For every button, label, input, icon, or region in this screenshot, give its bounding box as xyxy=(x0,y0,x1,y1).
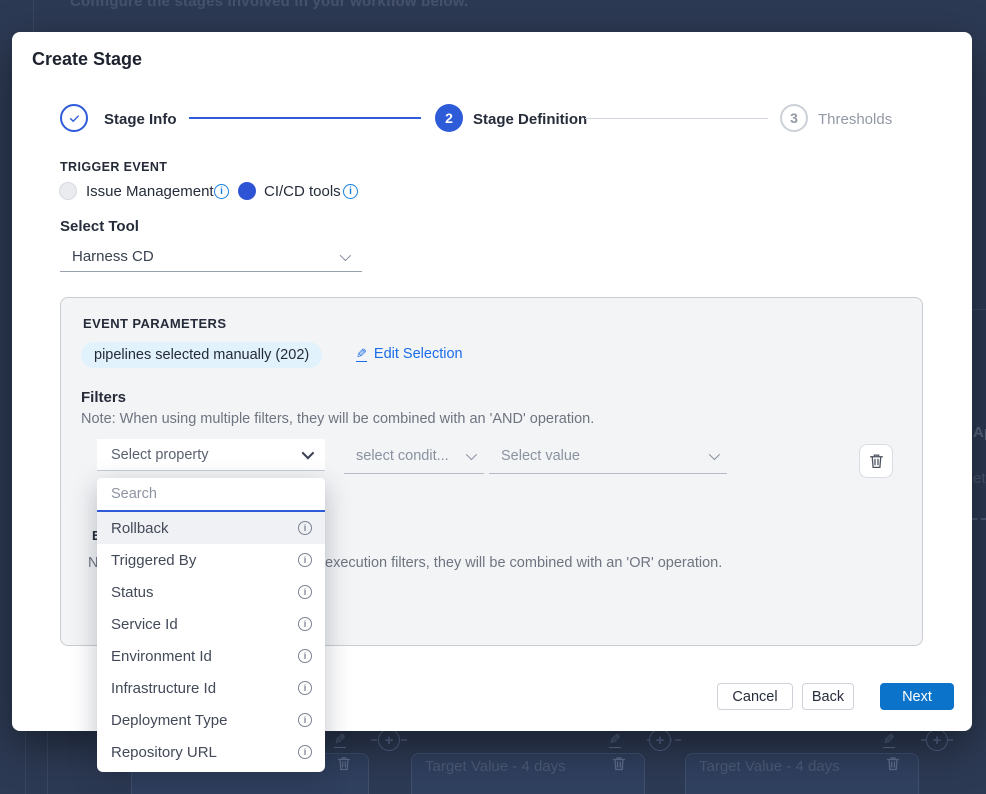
select-property-placeholder: Select property xyxy=(111,447,209,463)
background-divider xyxy=(25,731,26,794)
background-target-box: Target Value - 4 days xyxy=(411,753,645,794)
target-value-label: Target Value - 4 days xyxy=(425,758,566,775)
background-sidebar-divider xyxy=(47,731,48,794)
select-value-placeholder: Select value xyxy=(501,448,580,464)
step-1-circle[interactable] xyxy=(60,104,88,132)
step-3-label[interactable]: Thresholds xyxy=(818,111,892,128)
step-2-number: 2 xyxy=(445,110,453,126)
modal-title: Create Stage xyxy=(32,49,142,70)
chevron-down-icon xyxy=(709,449,720,460)
background-dashed-line xyxy=(972,518,986,520)
back-button[interactable]: Back xyxy=(802,683,854,710)
select-tool-value: Harness CD xyxy=(72,248,154,265)
chevron-down-icon xyxy=(340,249,351,260)
step-1-label[interactable]: Stage Info xyxy=(104,111,177,128)
info-icon[interactable] xyxy=(214,184,229,199)
option-deployment-type[interactable]: Deployment Type xyxy=(97,704,325,736)
radio-issue-management[interactable] xyxy=(59,182,77,200)
event-parameters-heading: EVENT PARAMETERS xyxy=(83,316,226,331)
radio-cicd-tools[interactable] xyxy=(238,182,256,200)
chevron-down-icon xyxy=(302,447,315,460)
stepper-line-done xyxy=(189,117,421,119)
option-rollback[interactable]: Rollback xyxy=(97,512,325,544)
info-icon[interactable] xyxy=(343,184,358,199)
trash-icon xyxy=(886,756,900,771)
add-stage-icon xyxy=(649,729,671,751)
create-stage-modal: Create Stage Stage Info 2 Stage Definiti… xyxy=(12,32,972,731)
select-property-dropdown[interactable]: Select property xyxy=(97,439,325,471)
info-icon[interactable] xyxy=(298,713,312,727)
edit-icon xyxy=(334,732,346,748)
option-environment-id[interactable]: Environment Id xyxy=(97,640,325,672)
background-target-box: Target Value - 4 days xyxy=(685,753,919,794)
delete-filter-button[interactable] xyxy=(859,444,893,478)
trash-icon xyxy=(337,756,351,771)
trash-icon xyxy=(612,756,626,771)
option-service-id[interactable]: Service Id xyxy=(97,608,325,640)
target-value-label: Target Value - 4 days xyxy=(699,758,840,775)
info-icon[interactable] xyxy=(298,617,312,631)
edit-icon xyxy=(883,732,895,748)
info-icon[interactable] xyxy=(298,521,312,535)
execution-note-fragment-right: execution filters, they will be combined… xyxy=(325,555,722,571)
select-tool-label: Select Tool xyxy=(60,218,139,235)
add-stage-icon xyxy=(378,729,400,751)
filters-heading: Filters xyxy=(81,389,126,406)
radio-cicd-tools-label[interactable]: CI/CD tools xyxy=(264,183,341,200)
next-button[interactable]: Next xyxy=(880,683,954,710)
trigger-event-heading: TRIGGER EVENT xyxy=(60,160,167,174)
event-parameters-card: EVENT PARAMETERS pipelines selected manu… xyxy=(60,297,923,646)
background-divider xyxy=(972,309,986,310)
edit-icon xyxy=(609,732,621,748)
background-sidebar-divider xyxy=(33,0,34,32)
search-field[interactable] xyxy=(97,478,325,512)
step-2-circle[interactable]: 2 xyxy=(435,104,463,132)
info-icon[interactable] xyxy=(298,745,312,759)
background-text-fragment: Ap xyxy=(973,424,986,441)
info-icon[interactable] xyxy=(298,553,312,567)
option-infrastructure-id[interactable]: Infrastructure Id xyxy=(97,672,325,704)
step-3-number: 3 xyxy=(790,110,798,126)
step-2-label[interactable]: Stage Definition xyxy=(473,111,587,128)
search-input[interactable] xyxy=(111,486,311,502)
trash-icon xyxy=(869,453,884,469)
step-3-circle[interactable]: 3 xyxy=(780,104,808,132)
screen: Configure the stages involved in your wo… xyxy=(0,0,986,794)
check-icon xyxy=(68,112,81,125)
property-options-panel: Rollback Triggered By Status Service Id … xyxy=(97,478,325,772)
edit-icon xyxy=(356,347,367,362)
radio-issue-management-label[interactable]: Issue Management xyxy=(86,183,214,200)
select-value-dropdown[interactable]: Select value xyxy=(489,439,727,474)
add-stage-icon xyxy=(926,729,948,751)
option-triggered-by[interactable]: Triggered By xyxy=(97,544,325,576)
chevron-down-icon xyxy=(466,449,477,460)
option-repository-url[interactable]: Repository URL xyxy=(97,736,325,768)
filters-note: Note: When using multiple filters, they … xyxy=(81,411,594,427)
select-tool-dropdown[interactable]: Harness CD xyxy=(60,242,362,272)
background-top-strip: Configure the stages involved in your wo… xyxy=(0,0,986,32)
background-text-fragment: et xyxy=(973,470,986,487)
info-icon[interactable] xyxy=(298,585,312,599)
option-status[interactable]: Status xyxy=(97,576,325,608)
background-page-heading: Configure the stages involved in your wo… xyxy=(70,0,468,10)
select-condition-dropdown[interactable]: select condit... xyxy=(344,439,484,474)
cancel-button[interactable]: Cancel xyxy=(717,683,793,710)
pipelines-selected-chip: pipelines selected manually (202) xyxy=(81,342,322,368)
select-condition-placeholder: select condit... xyxy=(356,448,449,464)
edit-selection-label: Edit Selection xyxy=(374,346,463,362)
info-icon[interactable] xyxy=(298,681,312,695)
stepper-line-upcoming xyxy=(585,118,768,119)
info-icon[interactable] xyxy=(298,649,312,663)
edit-selection-link[interactable]: Edit Selection xyxy=(356,346,463,362)
